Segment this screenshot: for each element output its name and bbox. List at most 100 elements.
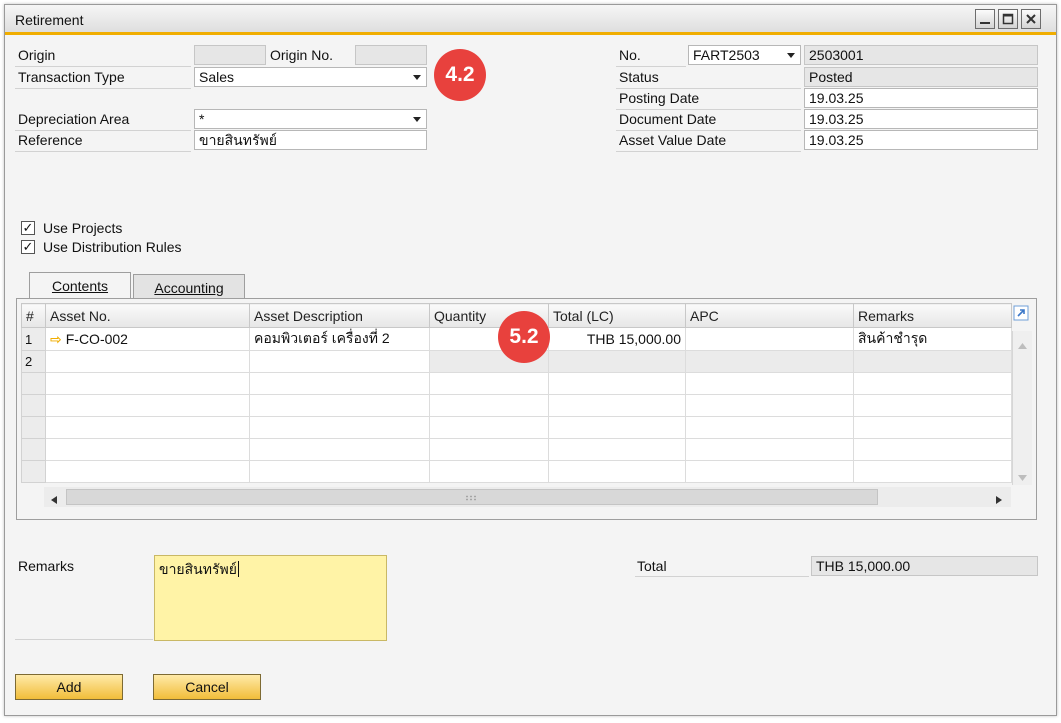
chevron-down-icon (413, 117, 421, 122)
tab-accounting[interactable]: Accounting (133, 274, 245, 300)
scroll-down-icon[interactable] (1017, 469, 1028, 485)
row-number (21, 394, 46, 417)
empty-cell[interactable] (853, 372, 1012, 395)
tab-contents[interactable]: Contents (29, 272, 131, 300)
column-header-remarks[interactable]: Remarks (853, 303, 1012, 328)
expand-icon[interactable] (1013, 305, 1029, 321)
series-dropdown[interactable]: FART2503 (688, 45, 801, 65)
column-header-total-lc[interactable]: Total (LC) (548, 303, 686, 328)
empty-cell[interactable] (548, 460, 686, 483)
scroll-up-icon[interactable] (1017, 337, 1028, 353)
step-badge-5-2: 5.2 (498, 311, 550, 363)
tab-contents-label: Contents (51, 278, 109, 294)
empty-cell[interactable] (685, 460, 854, 483)
transaction-type-label: Transaction Type (18, 69, 125, 85)
transaction-type-dropdown[interactable]: Sales (194, 67, 427, 87)
asset-no-cell[interactable]: ⇨ F-CO-002 (45, 327, 250, 351)
apc-cell[interactable] (685, 327, 854, 351)
column-header-row-number[interactable]: # (21, 303, 46, 328)
posting-date-underline (616, 109, 801, 110)
empty-cell[interactable] (45, 372, 250, 395)
empty-cell[interactable] (45, 416, 250, 439)
depreciation-area-value: * (199, 111, 205, 127)
empty-cell[interactable] (853, 438, 1012, 461)
total-underline (635, 576, 809, 577)
total-lc-cell[interactable] (548, 350, 686, 373)
empty-cell[interactable] (548, 438, 686, 461)
empty-cell[interactable] (45, 438, 250, 461)
horizontal-scrollbar[interactable] (44, 487, 1011, 507)
origin-field (194, 45, 266, 65)
table-row[interactable] (21, 438, 1012, 461)
empty-cell[interactable] (249, 394, 430, 417)
series-value: FART2503 (693, 47, 760, 63)
use-distribution-rules-checkbox[interactable]: ✓ (21, 240, 35, 254)
remarks-cell[interactable]: สินค้าชำรุด (853, 327, 1012, 351)
empty-cell[interactable] (249, 438, 430, 461)
reference-underline (15, 151, 191, 152)
asset-description-cell[interactable]: คอมพิวเตอร์ เครื่องที่ 2 (249, 327, 430, 351)
table-row[interactable] (21, 372, 1012, 395)
use-projects-label: Use Projects (43, 220, 123, 236)
empty-cell[interactable] (685, 438, 854, 461)
total-lc-cell[interactable]: THB 15,000.00 (548, 327, 686, 351)
empty-cell[interactable] (548, 394, 686, 417)
depreciation-area-underline (15, 130, 191, 131)
use-projects-checkbox[interactable]: ✓ (21, 221, 35, 235)
empty-cell[interactable] (685, 416, 854, 439)
table-row[interactable] (21, 460, 1012, 483)
row-number (21, 372, 46, 395)
empty-cell[interactable] (429, 438, 549, 461)
row-number: 1 (21, 327, 46, 351)
table-row[interactable] (21, 416, 1012, 439)
column-header-apc[interactable]: APC (685, 303, 854, 328)
empty-cell[interactable] (685, 394, 854, 417)
apc-cell[interactable] (685, 350, 854, 373)
empty-cell[interactable] (429, 394, 549, 417)
empty-cell[interactable] (45, 394, 250, 417)
remarks-textarea[interactable]: ขายสินทรัพย์ (154, 555, 387, 641)
window-title: Retirement (15, 12, 84, 28)
remarks-cell[interactable] (853, 350, 1012, 373)
empty-cell[interactable] (548, 416, 686, 439)
vertical-scrollbar[interactable] (1012, 331, 1032, 485)
add-button[interactable]: Add (15, 674, 123, 700)
posting-date-label: Posting Date (619, 90, 700, 106)
empty-cell[interactable] (249, 460, 430, 483)
empty-cell[interactable] (429, 372, 549, 395)
empty-cell[interactable] (853, 394, 1012, 417)
link-arrow-icon[interactable]: ⇨ (50, 331, 62, 347)
document-date-field[interactable]: 19.03.25 (804, 109, 1038, 129)
cancel-button[interactable]: Cancel (153, 674, 261, 700)
column-header-asset-no[interactable]: Asset No. (45, 303, 250, 328)
asset-value-date-field[interactable]: 19.03.25 (804, 130, 1038, 150)
transaction-type-value: Sales (199, 69, 235, 85)
empty-cell[interactable] (249, 416, 430, 439)
column-header-asset-description[interactable]: Asset Description (249, 303, 430, 328)
empty-cell[interactable] (249, 372, 430, 395)
scroll-left-icon[interactable] (50, 492, 58, 508)
step-badge-4-2: 4.2 (434, 49, 486, 101)
asset-no-cell[interactable] (45, 350, 250, 373)
depreciation-area-dropdown[interactable]: * (194, 109, 427, 129)
empty-cell[interactable] (853, 416, 1012, 439)
table-row[interactable] (21, 394, 1012, 417)
origin-no-label: Origin No. (270, 47, 334, 63)
empty-cell[interactable] (429, 460, 549, 483)
remarks-underline (15, 639, 153, 640)
asset-description-cell[interactable] (249, 350, 430, 373)
empty-cell[interactable] (685, 372, 854, 395)
maximize-icon[interactable] (998, 9, 1018, 29)
minimize-icon[interactable] (975, 9, 995, 29)
empty-cell[interactable] (429, 416, 549, 439)
horizontal-scroll-thumb[interactable] (66, 489, 878, 505)
posting-date-field[interactable]: 19.03.25 (804, 88, 1038, 108)
empty-cell[interactable] (853, 460, 1012, 483)
reference-field[interactable]: ขายสินทรัพย์ (194, 130, 427, 150)
scroll-right-icon[interactable] (995, 492, 1003, 508)
title-bar: Retirement (5, 5, 1056, 35)
empty-cell[interactable] (45, 460, 250, 483)
asset-no-value: F-CO-002 (65, 330, 128, 347)
close-icon[interactable] (1021, 9, 1041, 29)
empty-cell[interactable] (548, 372, 686, 395)
